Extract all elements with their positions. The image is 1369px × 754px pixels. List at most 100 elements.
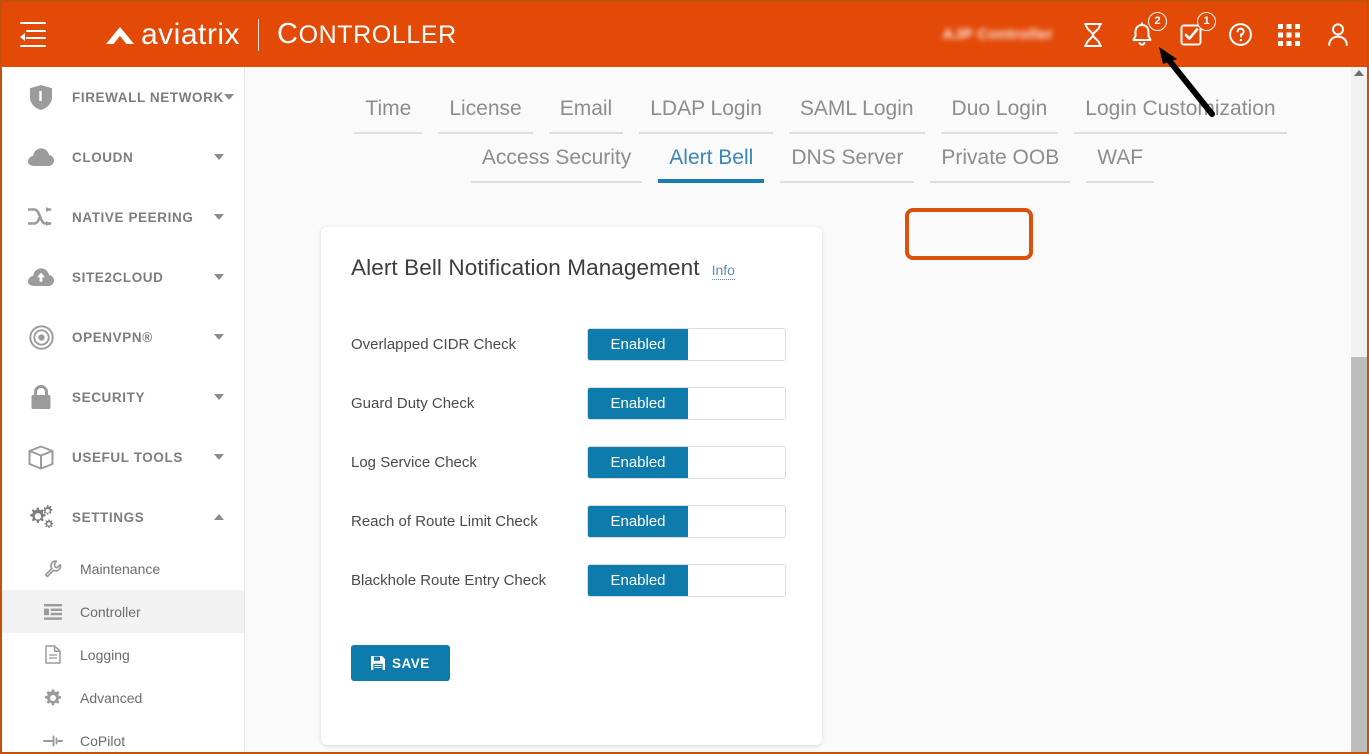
toggle-state-label: Enabled: [588, 329, 688, 360]
lock-icon: [26, 385, 56, 410]
chevron-up-icon[interactable]: [214, 514, 224, 520]
sidebar-group-useful-tools[interactable]: USEFUL TOOLS: [2, 427, 244, 487]
tab-ldap-login[interactable]: LDAP Login: [639, 97, 773, 134]
sidebar-group-security[interactable]: SECURITY: [2, 367, 244, 427]
cloud-upload-icon: [26, 267, 56, 287]
card-header: Alert Bell Notification Management Info: [321, 227, 822, 281]
help-icon[interactable]: [1225, 20, 1255, 50]
setting-label: Log Service Check: [351, 454, 587, 471]
shield-icon: [26, 85, 56, 110]
wrench-icon: [42, 560, 64, 578]
scroll-up-arrow-icon[interactable]: [1354, 70, 1364, 76]
user-account-icon[interactable]: [1323, 20, 1353, 50]
collapse-menu-icon[interactable]: [20, 20, 54, 50]
box-icon: [26, 445, 56, 470]
toggle-track-empty: [688, 506, 785, 537]
chevron-down-icon[interactable]: [214, 154, 224, 160]
page-title: Alert Bell Notification Management: [351, 255, 700, 281]
setting-row-guard-duty-check: Guard Duty Check Enabled: [351, 374, 822, 433]
top-header-bar: aviatrix CONTROLLER AJP Controller 2: [2, 2, 1367, 67]
gears-icon: [26, 504, 56, 530]
bell-badge-count: 2: [1148, 12, 1167, 31]
toggle-state-label: Enabled: [588, 565, 688, 596]
sidebar-item-controller[interactable]: Controller: [2, 590, 244, 633]
target-icon: [26, 325, 56, 350]
toggle-track-empty: [688, 388, 785, 419]
tab-login-customization[interactable]: Login Customization: [1074, 97, 1286, 134]
cloud-icon: [26, 148, 56, 167]
scrollbar-thumb[interactable]: [1351, 357, 1367, 754]
sidebar-scrollbar[interactable]: [1351, 67, 1367, 754]
chevron-down-icon[interactable]: [214, 334, 224, 340]
chevron-down-icon[interactable]: [214, 454, 224, 460]
shuffle-icon: [26, 206, 56, 228]
tab-time[interactable]: Time: [354, 97, 422, 134]
tab-private-oob[interactable]: Private OOB: [930, 146, 1070, 183]
sidebar-group-label: FIREWALL NETWORK: [72, 90, 224, 105]
sidebar-group-firewall-network[interactable]: FIREWALL NETWORK: [2, 67, 244, 127]
toggle-blackhole-route-entry-check[interactable]: Enabled: [587, 564, 786, 597]
setting-row-log-service-check: Log Service Check Enabled: [351, 433, 822, 492]
tab-dns-server[interactable]: DNS Server: [780, 146, 914, 183]
application-window: aviatrix CONTROLLER AJP Controller 2: [0, 0, 1369, 754]
brand-logo[interactable]: aviatrix CONTROLLER: [106, 18, 457, 52]
main-content: Time License Email LDAP Login SAML Login…: [246, 67, 1369, 754]
toggle-state-label: Enabled: [588, 447, 688, 478]
bell-icon[interactable]: 2: [1127, 20, 1157, 50]
toggle-overlapped-cidr-check[interactable]: Enabled: [587, 328, 786, 361]
sidebar-item-label: Logging: [80, 647, 130, 663]
tab-waf[interactable]: WAF: [1086, 146, 1154, 183]
sidebar-group-label: USEFUL TOOLS: [72, 450, 214, 465]
menu-bar-2: [26, 30, 46, 32]
left-sidebar: FIREWALL NETWORK CLOUDN NATIVE PEERING: [2, 67, 245, 754]
apps-grid-icon[interactable]: [1274, 20, 1304, 50]
sidebar-item-logging[interactable]: Logging: [2, 633, 244, 676]
tab-license[interactable]: License: [438, 97, 532, 134]
sidebar-group-label: SECURITY: [72, 390, 214, 405]
tab-saml-login[interactable]: SAML Login: [789, 97, 925, 134]
toggle-guard-duty-check[interactable]: Enabled: [587, 387, 786, 420]
card-footer: SAVE: [321, 645, 822, 681]
sidebar-group-label: CLOUDN: [72, 150, 214, 165]
sidebar-group-site2cloud[interactable]: SITE2CLOUD: [2, 247, 244, 307]
sidebar-item-advanced[interactable]: Advanced: [2, 676, 244, 719]
brand-subtitle-rest: ONTROLLER: [299, 21, 457, 49]
tasks-checkbox-icon[interactable]: 1: [1176, 20, 1206, 50]
chevron-down-icon[interactable]: [224, 94, 234, 100]
settings-tabs: Time License Email LDAP Login SAML Login…: [246, 67, 1369, 183]
sidebar-group-settings[interactable]: SETTINGS: [2, 487, 244, 547]
sidebar-group-cloudn[interactable]: CLOUDN: [2, 127, 244, 187]
toggle-log-service-check[interactable]: Enabled: [587, 446, 786, 479]
chevron-down-icon[interactable]: [214, 394, 224, 400]
menu-arrow-glyph: [20, 33, 25, 41]
brand-subtitle: CONTROLLER: [277, 18, 457, 51]
tab-access-security[interactable]: Access Security: [471, 146, 642, 183]
sidebar-item-label: CoPilot: [80, 733, 125, 749]
setting-row-blackhole-route-entry-check: Blackhole Route Entry Check Enabled: [351, 551, 822, 610]
toggle-state-label: Enabled: [588, 388, 688, 419]
sidebar-group-openvpn[interactable]: OPENVPN®: [2, 307, 244, 367]
tab-email[interactable]: Email: [549, 97, 624, 134]
tab-duo-login[interactable]: Duo Login: [941, 97, 1059, 134]
alert-bell-highlight-annotation: [905, 208, 1033, 260]
info-link[interactable]: Info: [712, 262, 735, 280]
sidebar-item-copilot[interactable]: CoPilot: [2, 719, 244, 754]
toggle-state-label: Enabled: [588, 506, 688, 537]
header-actions: AJP Controller 2 1: [943, 2, 1353, 67]
setting-row-reach-of-route-limit-check: Reach of Route Limit Check Enabled: [351, 492, 822, 551]
chevron-down-icon[interactable]: [214, 274, 224, 280]
tab-row-secondary: Access Security Alert Bell DNS Server Pr…: [246, 146, 1369, 183]
tasks-badge-count: 1: [1197, 12, 1216, 31]
tab-alert-bell[interactable]: Alert Bell: [658, 146, 764, 183]
settings-list: Overlapped CIDR Check Enabled Guard Duty…: [321, 315, 822, 610]
toggle-reach-of-route-limit-check[interactable]: Enabled: [587, 505, 786, 538]
sidebar-item-maintenance[interactable]: Maintenance: [2, 547, 244, 590]
hourglass-icon[interactable]: [1078, 20, 1108, 50]
save-button[interactable]: SAVE: [351, 645, 450, 681]
sidebar-item-label: Maintenance: [80, 561, 160, 577]
sidebar-group-label: OPENVPN®: [72, 330, 214, 345]
chevron-down-icon[interactable]: [214, 214, 224, 220]
sidebar-group-native-peering[interactable]: NATIVE PEERING: [2, 187, 244, 247]
setting-label: Overlapped CIDR Check: [351, 336, 587, 353]
alert-bell-settings-card: Alert Bell Notification Management Info …: [321, 227, 822, 745]
